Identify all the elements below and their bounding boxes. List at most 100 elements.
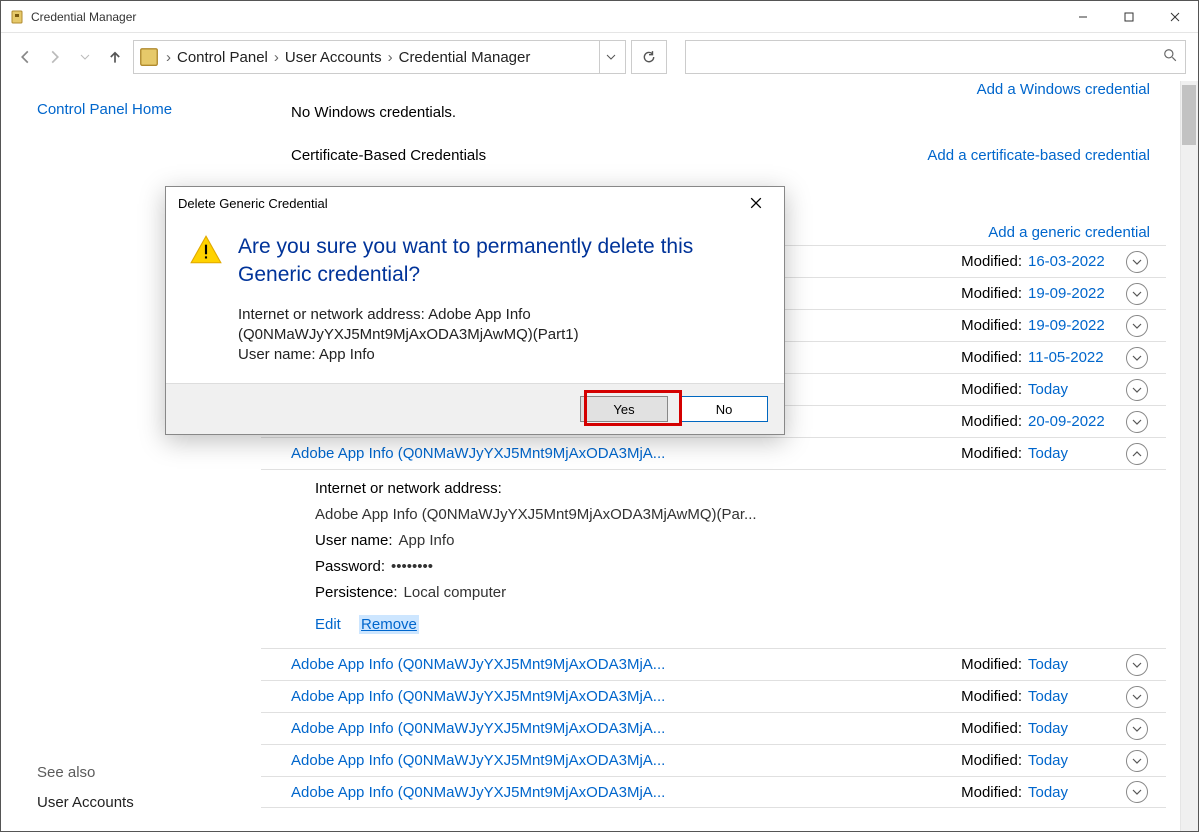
up-button[interactable] xyxy=(103,45,127,69)
scrollbar-thumb[interactable] xyxy=(1182,85,1196,145)
crumb-user-accounts[interactable]: User Accounts xyxy=(281,49,386,66)
add-windows-credential-link[interactable]: Add a Windows credential xyxy=(977,81,1150,98)
control-panel-home-link[interactable]: Control Panel Home xyxy=(37,101,245,118)
window-title: Credential Manager xyxy=(31,10,136,24)
edit-link[interactable]: Edit xyxy=(315,616,341,633)
toolbar: › Control Panel › User Accounts › Creden… xyxy=(1,33,1198,81)
dialog-line2: User name: App Info xyxy=(238,345,764,365)
modified-value: 19-09-2022 xyxy=(1028,317,1120,334)
credential-name: Adobe App Info (Q0NMaWJyYXJ5Mnt9MjAxODA3… xyxy=(291,784,961,801)
delete-credential-dialog: Delete Generic Credential Are you sure y… xyxy=(165,186,785,435)
folder-icon xyxy=(138,46,160,68)
password-label: Password: xyxy=(315,558,385,575)
chevron-right-icon: › xyxy=(272,49,281,66)
address-dropdown[interactable] xyxy=(599,41,621,73)
chevron-down-icon[interactable] xyxy=(1126,654,1148,676)
password-value: •••••••• xyxy=(391,558,433,575)
modified-label: Modified: xyxy=(961,752,1022,769)
dialog-close-button[interactable] xyxy=(736,189,776,217)
chevron-right-icon: › xyxy=(386,49,395,66)
dialog-line1: Internet or network address: Adobe App I… xyxy=(238,305,764,345)
forward-button[interactable] xyxy=(43,45,67,69)
credential-name: Adobe App Info (Q0NMaWJyYXJ5Mnt9MjAxODA3… xyxy=(291,688,961,705)
modified-label: Modified: xyxy=(961,656,1022,673)
chevron-down-icon[interactable] xyxy=(1126,315,1148,337)
persist-label: Persistence: xyxy=(315,584,398,601)
dialog-title: Delete Generic Credential xyxy=(178,196,328,211)
credential-row[interactable]: Adobe App Info (Q0NMaWJyYXJ5Mnt9MjAxODA3… xyxy=(261,712,1166,744)
modified-value: Today xyxy=(1028,381,1120,398)
modified-value: Today xyxy=(1028,688,1120,705)
search-box[interactable] xyxy=(685,40,1186,74)
addr-value: Adobe App Info (Q0NMaWJyYXJ5Mnt9MjAxODA3… xyxy=(315,506,757,523)
chevron-down-icon[interactable] xyxy=(1126,750,1148,772)
crumb-control-panel[interactable]: Control Panel xyxy=(173,49,272,66)
chevron-down-icon[interactable] xyxy=(1126,283,1148,305)
chevron-right-icon: › xyxy=(164,49,173,66)
modified-value: Today xyxy=(1028,720,1120,737)
credential-row[interactable]: Adobe App Info (Q0NMaWJyYXJ5Mnt9MjAxODA3… xyxy=(261,744,1166,776)
warning-icon xyxy=(186,233,226,365)
chevron-down-icon[interactable] xyxy=(1126,781,1148,803)
modified-value: Today xyxy=(1028,445,1120,462)
user-value: App Info xyxy=(399,532,455,549)
credential-name: Adobe App Info (Q0NMaWJyYXJ5Mnt9MjAxODA3… xyxy=(291,445,961,462)
scrollbar[interactable] xyxy=(1180,81,1198,831)
chevron-down-icon[interactable] xyxy=(1126,251,1148,273)
modified-label: Modified: xyxy=(961,720,1022,737)
credential-details: Internet or network address: Adobe App I… xyxy=(261,469,1166,648)
credential-name: Adobe App Info (Q0NMaWJyYXJ5Mnt9MjAxODA3… xyxy=(291,752,961,769)
modified-label: Modified: xyxy=(961,349,1022,366)
dialog-no-button[interactable]: No xyxy=(680,396,768,422)
user-label: User name: xyxy=(315,532,393,549)
no-windows-credentials: No Windows credentials. xyxy=(261,102,1166,139)
maximize-button[interactable] xyxy=(1106,1,1152,33)
titlebar: Credential Manager xyxy=(1,1,1198,33)
credential-row-expanded[interactable]: Adobe App Info (Q0NMaWJyYXJ5Mnt9MjAxODA3… xyxy=(261,437,1166,469)
modified-label: Modified: xyxy=(961,253,1022,270)
credential-name: Adobe App Info (Q0NMaWJyYXJ5Mnt9MjAxODA3… xyxy=(291,656,961,673)
chevron-up-icon[interactable] xyxy=(1126,443,1148,465)
add-cert-credential-link[interactable]: Add a certificate-based credential xyxy=(927,147,1150,164)
crumb-credential-manager[interactable]: Credential Manager xyxy=(395,49,535,66)
modified-label: Modified: xyxy=(961,688,1022,705)
back-button[interactable] xyxy=(13,45,37,69)
credential-row[interactable]: Adobe App Info (Q0NMaWJyYXJ5Mnt9MjAxODA3… xyxy=(261,680,1166,712)
modified-value: 20-09-2022 xyxy=(1028,413,1120,430)
user-accounts-link[interactable]: User Accounts xyxy=(37,794,134,811)
modified-value: Today xyxy=(1028,752,1120,769)
chevron-down-icon[interactable] xyxy=(1126,347,1148,369)
see-also-label: See also xyxy=(37,764,95,781)
modified-value: 19-09-2022 xyxy=(1028,285,1120,302)
addr-label: Internet or network address: xyxy=(315,480,502,497)
modified-label: Modified: xyxy=(961,381,1022,398)
modified-label: Modified: xyxy=(961,317,1022,334)
dialog-yes-button[interactable]: Yes xyxy=(580,396,668,422)
dialog-heading: Are you sure you want to permanently del… xyxy=(238,233,764,289)
cert-credentials-title: Certificate-Based Credentials xyxy=(291,147,486,164)
chevron-down-icon[interactable] xyxy=(1126,686,1148,708)
close-button[interactable] xyxy=(1152,1,1198,33)
modified-value: 16-03-2022 xyxy=(1028,253,1120,270)
address-bar[interactable]: › Control Panel › User Accounts › Creden… xyxy=(133,40,626,74)
modified-value: Today xyxy=(1028,784,1120,801)
modified-value: Today xyxy=(1028,656,1120,673)
search-icon xyxy=(1163,48,1177,67)
app-icon xyxy=(9,9,25,25)
modified-label: Modified: xyxy=(961,285,1022,302)
remove-link[interactable]: Remove xyxy=(359,615,419,634)
credential-row[interactable]: Adobe App Info (Q0NMaWJyYXJ5Mnt9MjAxODA3… xyxy=(261,776,1166,808)
minimize-button[interactable] xyxy=(1060,1,1106,33)
modified-label: Modified: xyxy=(961,445,1022,462)
persist-value: Local computer xyxy=(404,584,507,601)
chevron-down-icon[interactable] xyxy=(1126,718,1148,740)
modified-label: Modified: xyxy=(961,784,1022,801)
credential-name: Adobe App Info (Q0NMaWJyYXJ5Mnt9MjAxODA3… xyxy=(291,720,961,737)
refresh-button[interactable] xyxy=(631,40,667,74)
chevron-down-icon[interactable] xyxy=(1126,379,1148,401)
chevron-down-icon[interactable] xyxy=(1126,411,1148,433)
recent-dropdown[interactable] xyxy=(73,45,97,69)
add-generic-credential-link[interactable]: Add a generic credential xyxy=(988,224,1150,241)
modified-label: Modified: xyxy=(961,413,1022,430)
credential-row[interactable]: Adobe App Info (Q0NMaWJyYXJ5Mnt9MjAxODA3… xyxy=(261,648,1166,680)
